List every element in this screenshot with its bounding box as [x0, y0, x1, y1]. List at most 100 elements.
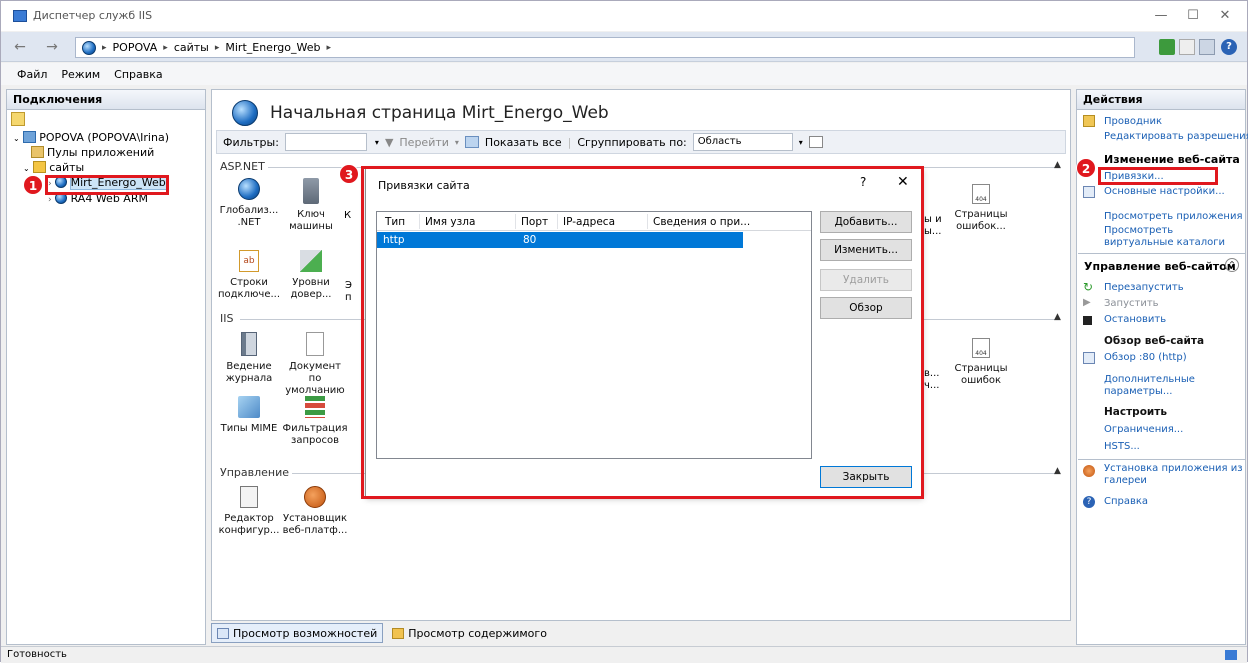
- status-text: Готовность: [7, 649, 67, 660]
- feature-globalization[interactable]: Глобализ... .NET: [216, 178, 282, 229]
- collapse-group-icon[interactable]: ▲: [1054, 160, 1061, 170]
- feature-line: Установщик: [282, 513, 348, 524]
- feature-error-pages[interactable]: 404 Страницы ошибок...: [948, 184, 1014, 233]
- callout-highlight: [361, 166, 924, 499]
- group-aspnet: ASP.NET: [220, 160, 265, 173]
- actions-header: Действия: [1077, 90, 1245, 110]
- expand-arrow-icon[interactable]: ⌄: [23, 164, 30, 173]
- tab-content-label: Просмотр содержимого: [408, 626, 547, 640]
- action-view-virtual-directories[interactable]: Просмотреть виртуальные каталоги: [1104, 225, 1244, 249]
- forward-button[interactable]: →: [41, 38, 63, 58]
- action-help[interactable]: Справка: [1104, 496, 1148, 507]
- callout-badge: 1: [23, 175, 43, 195]
- go-dropdown-icon[interactable]: ▾: [455, 138, 459, 147]
- menu-file[interactable]: Файл: [17, 68, 47, 81]
- action-view-applications[interactable]: Просмотреть приложения: [1104, 211, 1242, 222]
- tree-app-pools-label: Пулы приложений: [47, 146, 155, 159]
- view-mode-icon[interactable]: [808, 136, 823, 148]
- logging-icon: [241, 332, 257, 356]
- tree-app-pools[interactable]: Пулы приложений: [31, 146, 154, 159]
- feature-error-pages[interactable]: 404 Страницы ошибок: [948, 338, 1014, 387]
- feature-line: Ключ: [297, 209, 325, 220]
- toolbar-separator: |: [567, 135, 572, 149]
- go-button[interactable]: Перейти: [399, 136, 449, 149]
- expand-arrow-icon[interactable]: ⌄: [13, 134, 20, 143]
- collapse-section-icon[interactable]: ^: [1225, 258, 1239, 272]
- action-basic-settings[interactable]: Основные настройки...: [1104, 186, 1225, 197]
- feature-line: запросов: [291, 435, 339, 446]
- home-icon[interactable]: [1199, 39, 1215, 55]
- breadcrumb-separator-icon: ▸: [214, 42, 220, 53]
- tree-server[interactable]: ⌄ POPOVA (POPOVA\Irina): [13, 131, 169, 144]
- edit-site-header: Изменение веб-сайта: [1104, 153, 1240, 166]
- feature-request-filtering[interactable]: Фильтрация запросов: [282, 396, 348, 447]
- action-limits[interactable]: Ограничения...: [1104, 424, 1183, 435]
- section-divider: [1078, 459, 1245, 460]
- action-stop[interactable]: Остановить: [1104, 314, 1166, 325]
- app-pool-icon: [31, 146, 44, 158]
- filters-label: Фильтры:: [223, 135, 279, 149]
- feature-trust-levels[interactable]: Уровни довер...: [278, 250, 344, 301]
- folder-icon: [33, 161, 47, 173]
- trust-levels-icon: [300, 250, 322, 272]
- filter-dropdown-icon[interactable]: ▾: [375, 138, 379, 147]
- show-all-icon: [464, 136, 479, 148]
- action-advanced-settings[interactable]: Дополнительные параметры...: [1104, 374, 1234, 398]
- action-explore[interactable]: Проводник: [1104, 116, 1162, 127]
- refresh-icon[interactable]: [1159, 39, 1175, 55]
- feature-config-editor[interactable]: Редактор конфигур...: [216, 486, 282, 537]
- action-browse-80[interactable]: Обзор :80 (http): [1104, 352, 1187, 363]
- restart-icon: ↻: [1083, 280, 1094, 294]
- partial-label: ы и ы...: [924, 214, 942, 238]
- menu-help[interactable]: Справка: [114, 68, 162, 81]
- feature-line: веб-платф...: [282, 525, 348, 536]
- collapse-group-icon[interactable]: ▲: [1054, 466, 1061, 476]
- connection-status-icon: [1225, 650, 1237, 660]
- breadcrumb-site[interactable]: Mirt_Energo_Web: [225, 41, 320, 54]
- feature-line: довер...: [290, 289, 332, 300]
- connect-icon[interactable]: [11, 112, 25, 126]
- action-install-gallery[interactable]: Установка приложения из галереи: [1104, 463, 1244, 487]
- tab-content-view[interactable]: Просмотр содержимого: [387, 623, 552, 643]
- breadcrumb-sites[interactable]: сайты: [174, 41, 209, 54]
- stop-icon[interactable]: [1179, 39, 1195, 55]
- breadcrumb[interactable]: ▸ POPOVA ▸ сайты ▸ Mirt_Energo_Web ▸: [75, 37, 1135, 58]
- close-button[interactable]: ✕: [1205, 5, 1245, 27]
- action-edit-permissions[interactable]: Редактировать разрешения...: [1104, 131, 1248, 142]
- feature-web-platform-installer[interactable]: Установщик веб-платф...: [282, 486, 348, 537]
- start-icon: ▶: [1083, 297, 1091, 308]
- feature-line: Редактор: [224, 513, 274, 524]
- group-by-select[interactable]: Область: [692, 133, 793, 151]
- tab-features-view[interactable]: Просмотр возможностей: [211, 623, 384, 643]
- stop-icon: [1083, 316, 1092, 325]
- breadcrumb-server[interactable]: POPOVA: [113, 41, 158, 54]
- default-document-icon: [306, 332, 324, 356]
- page-title-text: Начальная страница Mirt_Energo_Web: [270, 103, 609, 123]
- feature-default-document[interactable]: Документ по умолчанию: [282, 332, 348, 397]
- collapse-group-icon[interactable]: ▲: [1054, 312, 1061, 322]
- menu-view[interactable]: Режим: [61, 68, 100, 81]
- window-title: Диспетчер служб IIS: [33, 9, 153, 22]
- feature-line: Фильтрация: [282, 423, 348, 434]
- connection-strings-icon: ab: [239, 250, 259, 272]
- tree-sites[interactable]: ⌄ сайты: [23, 161, 84, 174]
- feature-logging[interactable]: Ведение журнала: [216, 332, 282, 385]
- show-all-button[interactable]: Показать все: [485, 136, 562, 149]
- group-management: Управление: [220, 466, 290, 479]
- explore-icon: [1083, 115, 1095, 127]
- action-hsts[interactable]: HSTS...: [1104, 441, 1140, 452]
- partial-label: Эп: [345, 280, 352, 304]
- install-gallery-icon: [1083, 465, 1095, 477]
- globe-icon: [238, 178, 260, 200]
- action-start[interactable]: Запустить: [1104, 298, 1159, 309]
- feature-mime-types[interactable]: Типы MIME: [216, 396, 282, 435]
- feature-machine-key[interactable]: Ключ машины: [278, 178, 344, 233]
- tree-sites-label: сайты: [49, 161, 85, 174]
- action-restart[interactable]: Перезапустить: [1104, 282, 1184, 293]
- collapse-arrow-icon[interactable]: ›: [48, 195, 52, 205]
- feature-connection-strings[interactable]: ab Строки подключе...: [216, 250, 282, 301]
- help-icon[interactable]: ?: [1221, 39, 1237, 55]
- filter-input[interactable]: [284, 133, 367, 151]
- group-by-dropdown-icon[interactable]: ▾: [799, 138, 803, 147]
- back-button[interactable]: ←: [9, 38, 31, 58]
